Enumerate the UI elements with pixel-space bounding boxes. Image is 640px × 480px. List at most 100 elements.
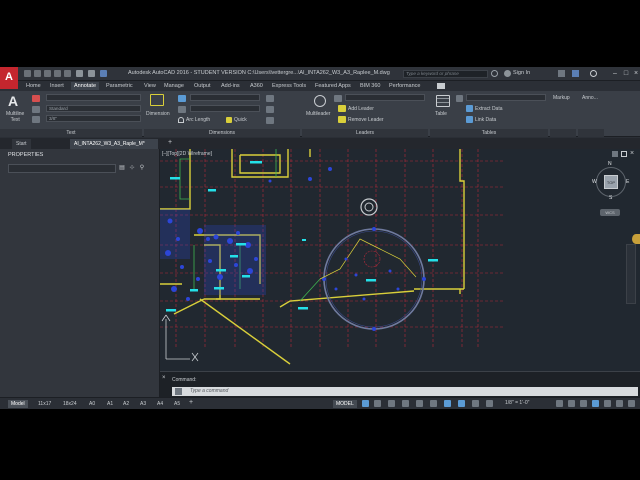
arc-length-button[interactable]: Arc Length (186, 117, 210, 123)
viewport-controls-label[interactable]: [–][Top][2D Wireframe] (162, 151, 212, 157)
select-objects-icon[interactable]: ⊹ (128, 164, 136, 173)
object-type-select[interactable] (8, 164, 116, 173)
isolate-objects-icon[interactable] (604, 400, 611, 407)
transparency-icon[interactable] (472, 400, 479, 407)
redo-icon[interactable] (88, 70, 95, 77)
multiline-text-icon[interactable]: A (8, 93, 18, 109)
object-snap-icon[interactable] (444, 400, 451, 407)
sign-in-button[interactable]: Sign In (513, 70, 530, 76)
table-button[interactable]: Table (435, 111, 447, 117)
add-layout-icon[interactable]: + (189, 399, 193, 406)
save-as-icon[interactable] (54, 70, 61, 77)
lineweight-icon[interactable] (458, 400, 465, 407)
command-recent-icon[interactable] (175, 388, 182, 395)
multileader-button[interactable]: Multileader (306, 111, 330, 117)
new-tab-icon[interactable]: + (168, 139, 172, 146)
undo-icon[interactable] (76, 70, 83, 77)
dimension-tools-icon[interactable] (266, 95, 274, 102)
print-icon[interactable] (64, 70, 71, 77)
search-icon[interactable] (491, 70, 498, 77)
file-tab-drawing[interactable]: AI_INTA262_W3_A3_Raple_M* (70, 139, 158, 149)
exchange-apps-icon[interactable] (558, 70, 565, 77)
application-menu-button[interactable]: A (0, 67, 18, 89)
tab-annotate[interactable]: Annotate (71, 82, 100, 90)
viewport-restore-icon[interactable] (621, 151, 627, 157)
polar-tracking-icon[interactable] (402, 400, 409, 407)
tab-bim-360[interactable]: BIM 360 (357, 82, 383, 90)
maximize-icon[interactable]: □ (621, 69, 631, 78)
open-icon[interactable] (34, 70, 41, 77)
help-icon[interactable] (590, 70, 597, 77)
new-icon[interactable] (24, 70, 31, 77)
multileader-style-select[interactable] (345, 94, 425, 101)
text-style-select[interactable]: Standard (46, 105, 141, 112)
tab-express-tools[interactable]: Express Tools (269, 82, 309, 90)
hardware-acceleration-icon[interactable] (592, 400, 599, 407)
save-icon[interactable] (44, 70, 51, 77)
multiline-text-button[interactable]: Multiline Text (6, 111, 24, 123)
ortho-mode-icon[interactable] (388, 400, 395, 407)
compass-south[interactable]: S (609, 195, 612, 201)
markup-panel[interactable]: Markup (553, 95, 570, 101)
ribbon-toggle-icon[interactable] (437, 83, 445, 89)
drawing-viewport[interactable]: [–][Top][2D Wireframe] TOP N S E W WCS × (160, 149, 640, 371)
text-layer-combo[interactable] (46, 94, 141, 101)
layout-tab-a3[interactable]: A3 (137, 400, 149, 408)
layout-tab-18x24[interactable]: 18x24 (60, 400, 80, 408)
annotation-scale-select[interactable]: 1/8" = 1'-0" (505, 400, 529, 406)
dimension-style-select[interactable] (190, 94, 260, 101)
tab-output[interactable]: Output (191, 82, 214, 90)
remove-leader-icon[interactable] (338, 116, 346, 123)
close-icon[interactable]: × (631, 69, 640, 78)
quick-dimension-button[interactable]: Quick (234, 117, 247, 123)
link-data-button[interactable]: Link Data (475, 117, 496, 123)
check-spelling-icon[interactable] (32, 95, 40, 102)
add-leader-button[interactable]: Add Leader (348, 106, 374, 112)
annotation-visibility-icon[interactable] (486, 400, 493, 407)
tab-parametric[interactable]: Parametric (103, 82, 136, 90)
isometric-drafting-icon[interactable] (416, 400, 423, 407)
help-search-input[interactable]: Type a keyword or phrase (403, 70, 488, 78)
viewport-close-icon[interactable]: × (630, 150, 634, 157)
tab-a360[interactable]: A360 (247, 82, 266, 90)
model-space-button[interactable]: MODEL (333, 400, 357, 408)
add-leader-icon[interactable] (338, 105, 346, 112)
annotation-scaling-expander[interactable] (578, 129, 604, 137)
extract-data-icon[interactable] (466, 105, 473, 112)
arc-length-icon[interactable] (178, 117, 184, 123)
panel-tables-label[interactable]: Tables (430, 129, 548, 137)
a360-share-icon[interactable] (100, 70, 107, 77)
tab-manage[interactable]: Manage (161, 82, 187, 90)
minimize-icon[interactable]: – (610, 69, 620, 78)
layout-tab-a4[interactable]: A4 (154, 400, 166, 408)
compass-north[interactable]: N (608, 161, 612, 167)
customization-icon[interactable] (628, 400, 635, 407)
text-height-select[interactable]: 3/8" (46, 115, 141, 122)
panel-dimensions-label[interactable]: Dimensions (144, 129, 300, 137)
compass-west[interactable]: W (592, 179, 597, 185)
tab-featured-apps[interactable]: Featured Apps (312, 82, 354, 90)
command-input[interactable]: Type a command (172, 387, 638, 396)
tab-home[interactable]: Home (23, 82, 44, 90)
table-icon[interactable] (436, 95, 450, 107)
layout-tab-11x17[interactable]: 11x17 (35, 400, 54, 408)
navigation-bar[interactable] (626, 244, 636, 304)
layout-tab-a1[interactable]: A1 (104, 400, 116, 408)
annotation-scaling-panel[interactable]: Anno... (582, 95, 598, 101)
panel-text-label[interactable]: Text (0, 129, 142, 137)
file-tab-start[interactable]: Start (12, 139, 31, 149)
remove-leader-button[interactable]: Remove Leader (348, 117, 384, 123)
extract-data-button[interactable]: Extract Data (475, 106, 503, 112)
layout-tab-a0[interactable]: A0 (86, 400, 98, 408)
object-snap-tracking-icon[interactable] (430, 400, 437, 407)
link-data-icon[interactable] (466, 116, 473, 123)
tab-add-ins[interactable]: Add-ins (218, 82, 243, 90)
compass-east[interactable]: E (626, 179, 629, 185)
snap-mode-icon[interactable] (374, 400, 381, 407)
quick-select-icon[interactable]: ⚲ (138, 164, 146, 173)
units-icon[interactable] (580, 400, 587, 407)
annotation-monitor-icon[interactable] (568, 400, 575, 407)
clean-screen-icon[interactable] (616, 400, 623, 407)
layout-tab-a5[interactable]: A5 (171, 400, 183, 408)
layout-tab-a2[interactable]: A2 (120, 400, 132, 408)
